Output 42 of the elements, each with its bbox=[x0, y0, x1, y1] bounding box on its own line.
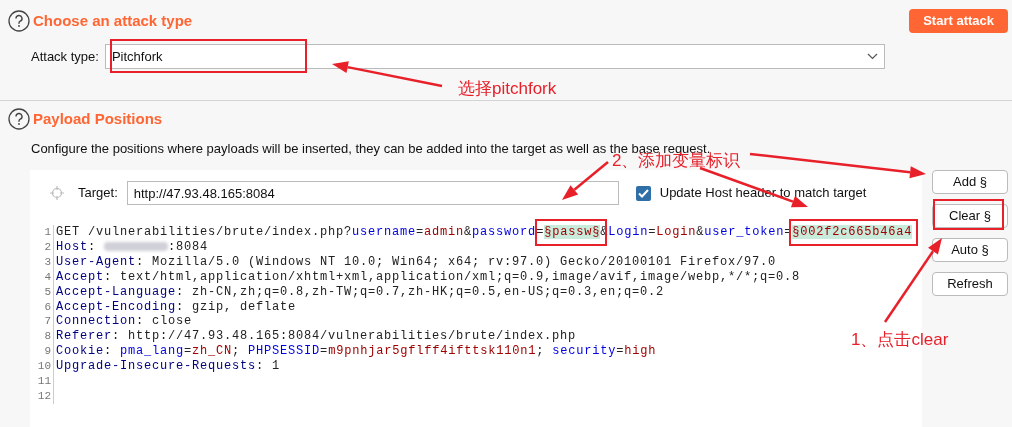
request-line: Accept-Language: zh-CN,zh;q=0.8,zh-TW;q=0.7,zh-HK;q=0.5,en-US;q=0.3,en;q=0.2 bbox=[55, 284, 665, 300]
attack-type-label: Attack type: bbox=[31, 47, 99, 66]
side-button[interactable]: Auto § bbox=[932, 238, 1008, 262]
annotation-arrow bbox=[562, 161, 609, 200]
target-field[interactable]: http://47.93.48.165:8084 bbox=[126, 181, 619, 205]
section-title: Choose an attack type bbox=[33, 10, 193, 31]
section-title: Payload Positions bbox=[33, 109, 163, 129]
annotation-text: 选择pitchfork bbox=[458, 78, 557, 100]
chevron-down-icon bbox=[866, 53, 878, 60]
attack-type-dropdown[interactable]: Pitchfork bbox=[104, 44, 885, 69]
line-number: 12 bbox=[30, 388, 54, 404]
highlight-box bbox=[933, 199, 1004, 230]
request-line: Accept: text/html,application/xhtml+xml,application/xml;q=0.9,image/avif,image/webp,*/*;q=0.8 bbox=[55, 269, 801, 285]
line-number: 11 bbox=[30, 374, 54, 389]
annotation-text: 1、点击clear bbox=[851, 329, 949, 351]
help-icon bbox=[8, 10, 30, 32]
crosshair-icon bbox=[50, 186, 64, 200]
request-line: Connection: close bbox=[55, 314, 193, 330]
line-number: 4 bbox=[30, 269, 54, 285]
side-button[interactable]: Clear § bbox=[932, 204, 1008, 228]
side-button[interactable]: Add § bbox=[932, 170, 1008, 194]
highlight-box bbox=[535, 219, 607, 246]
line-number: 10 bbox=[30, 359, 54, 375]
line-number: 1 bbox=[30, 225, 54, 240]
line-number: 6 bbox=[30, 299, 54, 315]
line-number: 7 bbox=[30, 314, 54, 330]
blurred-text bbox=[104, 242, 169, 252]
request-line: User-Agent: Mozilla/5.0 (Windows NT 10.0; Win64; x64; rv:97.0) Gecko/20100101 Firefox/97.0 bbox=[55, 254, 777, 270]
line-number: 5 bbox=[30, 284, 54, 300]
line-number: 9 bbox=[30, 344, 54, 360]
request-line: Referer: http://47.93.48.165:8084/vulnerabilities/brute/index.php bbox=[55, 329, 577, 345]
request-line: Host: :8084 bbox=[55, 239, 209, 255]
request-line: Accept-Encoding: gzip, deflate bbox=[55, 299, 297, 315]
update-host-checkbox[interactable] bbox=[635, 185, 651, 201]
request-line: Cookie: pma_lang=zh_CN; PHPSESSID=m9pnhjar5gflff4ifttsk110n1; security=high bbox=[55, 344, 657, 360]
help-icon bbox=[8, 108, 30, 131]
line-number: 2 bbox=[30, 239, 54, 255]
line-number: 3 bbox=[30, 254, 54, 270]
side-button[interactable]: Refresh bbox=[932, 272, 1008, 296]
request-line: Upgrade-Insecure-Requests: 1 bbox=[55, 359, 281, 375]
line-number: 8 bbox=[30, 329, 54, 345]
target-label: Target: bbox=[78, 184, 118, 203]
